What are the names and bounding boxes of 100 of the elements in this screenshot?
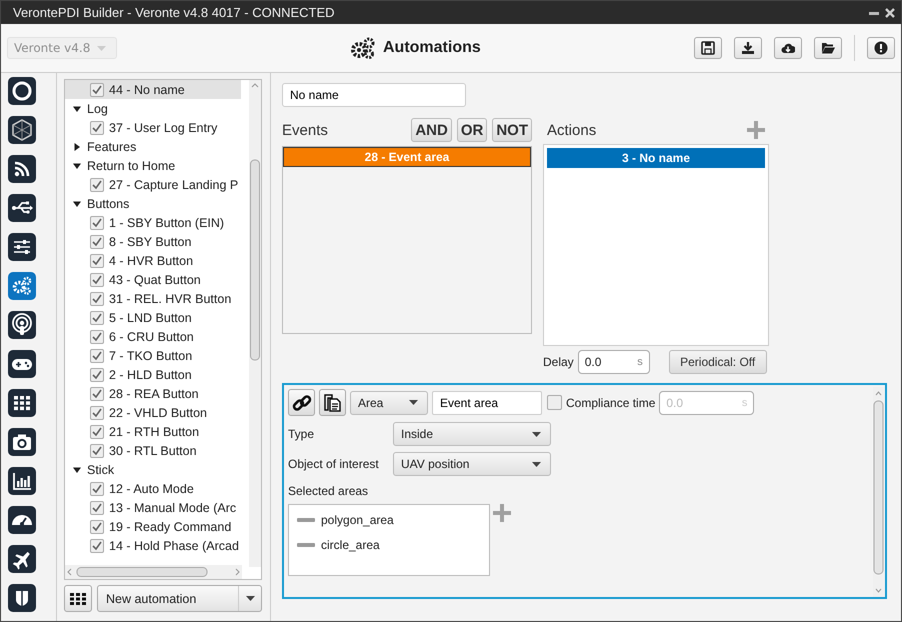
checkbox[interactable] (547, 395, 562, 410)
collapse-icon[interactable] (73, 162, 81, 170)
tree-item[interactable]: 4 - HVR Button (65, 251, 241, 270)
tree-item[interactable]: 8 - SBY Button (65, 232, 241, 251)
save-icon (701, 41, 715, 55)
delay-field[interactable]: 0.0 s (578, 350, 650, 374)
checkbox[interactable] (90, 178, 104, 192)
remove-icon[interactable] (297, 542, 315, 546)
checkbox[interactable] (90, 330, 104, 344)
tree-group[interactable]: Stick (65, 460, 241, 479)
tree-group[interactable]: Buttons (65, 194, 241, 213)
delay-label: Delay (543, 355, 574, 369)
collapse-icon[interactable] (73, 466, 81, 474)
checkbox[interactable] (90, 254, 104, 268)
checkbox[interactable] (90, 406, 104, 420)
sidebar-item[interactable] (8, 194, 36, 222)
operator-button[interactable]: OR (456, 118, 488, 142)
collapse-icon[interactable] (73, 104, 81, 112)
checkbox[interactable] (90, 272, 104, 286)
field-label: Type (288, 427, 316, 441)
cloud-download-button[interactable] (774, 37, 802, 59)
caret-icon (532, 432, 541, 436)
sidebar-item[interactable] (8, 116, 36, 144)
tree-item[interactable]: 5 - LND Button (65, 308, 241, 327)
sidebar-item[interactable] (8, 428, 36, 456)
checkbox[interactable] (90, 482, 104, 496)
tree-item[interactable]: 27 - Capture Landing P (65, 175, 241, 194)
sidebar-item[interactable] (8, 389, 36, 417)
copy-button[interactable] (319, 389, 346, 416)
name-field[interactable]: No name (282, 83, 466, 107)
tree-item[interactable]: 6 - CRU Button (65, 327, 241, 346)
tree-item[interactable]: 19 - Ready Command (65, 517, 241, 536)
checkbox[interactable] (90, 500, 104, 514)
tree-item[interactable]: 12 - Auto Mode (65, 479, 241, 498)
periodical-button[interactable]: Periodical: Off (668, 350, 767, 374)
checkbox[interactable] (90, 444, 104, 458)
folder-button[interactable] (814, 37, 842, 59)
tree-item[interactable]: 21 - RTH Button (65, 422, 241, 441)
sidebar-item[interactable] (8, 467, 36, 495)
sidebar-item[interactable] (8, 506, 36, 534)
tree-group[interactable]: Log (65, 99, 241, 118)
area-item[interactable]: polygon_area (291, 507, 487, 532)
field-dropdown[interactable]: UAV position (393, 452, 551, 476)
tree-item[interactable]: 13 - Manual Mode (Arc (65, 498, 241, 517)
sidebar-item[interactable] (8, 584, 36, 612)
collapse-icon[interactable] (73, 200, 81, 208)
action-item[interactable]: 3 - No name (547, 148, 765, 168)
area-item[interactable]: circle_area (291, 532, 487, 557)
scrollbar[interactable] (249, 80, 261, 567)
tree-item[interactable]: 43 - Quat Button (65, 270, 241, 289)
sidebar-item[interactable] (8, 155, 36, 183)
sidebar-item[interactable] (8, 311, 36, 339)
alert-icon (874, 41, 888, 55)
download-button[interactable] (734, 37, 762, 59)
checkbox[interactable] (90, 234, 104, 248)
checkbox[interactable] (90, 310, 104, 324)
sidebar-item[interactable] (8, 233, 36, 261)
grid-button[interactable] (64, 585, 92, 612)
window-title: VerontePDI Builder - Veronte v4.8 4017 - CONNECTED (13, 5, 335, 20)
checkbox[interactable] (90, 292, 104, 306)
tree-group[interactable]: Features (65, 137, 241, 156)
remove-icon[interactable] (297, 518, 315, 522)
checkbox[interactable] (90, 368, 104, 382)
checkbox[interactable] (90, 538, 104, 552)
caret-icon (97, 46, 106, 50)
sidebar-item[interactable] (8, 545, 36, 573)
tree-item[interactable]: 28 - REA Button (65, 384, 241, 403)
sidebar-item[interactable] (8, 350, 36, 378)
tree-item[interactable]: 30 - RTL Button (65, 441, 241, 460)
expand-icon[interactable] (73, 142, 81, 150)
save-button[interactable] (694, 37, 722, 59)
caret-icon (532, 462, 541, 466)
operator-button[interactable]: AND (411, 118, 452, 142)
checkbox[interactable] (90, 386, 104, 400)
checkbox[interactable] (90, 348, 104, 362)
tree-item[interactable]: 7 - TKO Button (65, 346, 241, 365)
close-icon[interactable] (885, 8, 895, 18)
tree-item[interactable]: 44 - No name (65, 80, 241, 99)
scrollbar[interactable] (65, 565, 242, 579)
checkbox[interactable] (90, 216, 104, 230)
event-name-field[interactable]: Event area (432, 390, 542, 414)
checkbox[interactable] (90, 424, 104, 438)
tree-item[interactable]: 22 - VHLD Button (65, 403, 241, 422)
alert-button[interactable] (867, 37, 895, 59)
event-type-dropdown[interactable]: Area (350, 390, 428, 414)
tree-item[interactable]: 2 - HLD Button (65, 365, 241, 384)
field-dropdown[interactable]: Inside (393, 422, 551, 446)
tree-item[interactable]: 14 - Hold Phase (Arcad (65, 536, 241, 555)
tree-item[interactable]: 37 - User Log Entry (65, 118, 241, 137)
checkbox[interactable] (90, 520, 104, 534)
checkbox[interactable] (90, 82, 104, 96)
new-automation-dropdown[interactable]: New automation (97, 585, 262, 612)
sidebar-item[interactable] (8, 77, 36, 105)
tree-item[interactable]: 31 - REL. HVR Button (65, 289, 241, 308)
cloud-download-icon (781, 41, 795, 55)
operator-button[interactable]: NOT (492, 118, 532, 142)
tree-group[interactable]: Return to Home (65, 156, 241, 175)
link-button[interactable] (288, 389, 315, 416)
checkbox[interactable] (90, 120, 104, 134)
tree-item[interactable]: 1 - SBY Button (EIN) (65, 213, 241, 232)
